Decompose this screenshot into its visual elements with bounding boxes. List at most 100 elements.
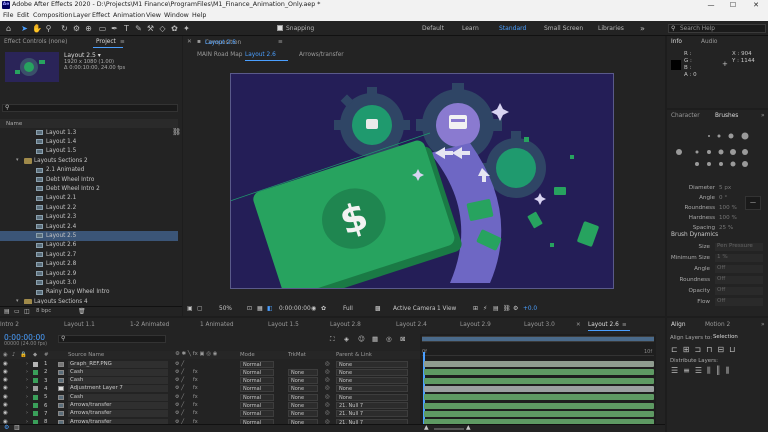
trkmat-dropdown[interactable]: None (288, 385, 318, 393)
project-item[interactable]: Layout 2.2 (0, 203, 178, 212)
menu-window[interactable]: Window (164, 12, 189, 19)
menu-composition[interactable]: Composition (33, 12, 72, 19)
mode-dropdown[interactable]: Normal (240, 377, 274, 385)
visibility-eye-icon[interactable]: ◉ (3, 377, 8, 383)
tab-audio[interactable]: Audio (701, 39, 717, 45)
flowchart-icon[interactable]: ⛓ (503, 305, 511, 312)
parent-pickwhip-icon[interactable]: ◎ (325, 361, 330, 367)
timeline-tab[interactable]: Layout 2.8 (330, 322, 361, 328)
distribute-vcenter-icon[interactable]: ≡ (683, 366, 695, 375)
brush-field-value[interactable]: 100 % (719, 205, 737, 211)
parent-dropdown[interactable]: None (336, 385, 408, 393)
tab-motion-2[interactable]: Motion 2 (705, 322, 730, 328)
parent-pickwhip-icon[interactable]: ◎ (325, 385, 330, 391)
parent-dropdown[interactable]: None (336, 377, 408, 385)
menu-file[interactable]: File (3, 12, 14, 19)
tab-align[interactable]: Align (671, 322, 686, 328)
brush-field-value[interactable]: 25 % (719, 225, 733, 231)
rectangle-tool-icon[interactable]: ▭ (98, 24, 107, 33)
timeline-tab[interactable]: Layout 1.5 (268, 322, 299, 328)
breadcrumb-layout-2-6[interactable]: Layout 2.6 (245, 52, 276, 58)
trkmat-header[interactable]: TrkMat (288, 352, 306, 358)
project-item[interactable]: ▾ Layouts Sections 4 (0, 297, 178, 304)
dynamics-dropdown[interactable]: Off (715, 298, 763, 306)
zoom-in-icon[interactable]: ▲ (466, 424, 471, 431)
timeline-tab[interactable]: Layout 2.9 (460, 322, 491, 328)
trash-icon[interactable]: 🗑 (78, 308, 86, 315)
table-row[interactable]: ◉ › 3 Cash ⚙ ╱ fx Normal None ◎ None (0, 377, 420, 385)
layer-switches[interactable]: ⚙ ╱ (175, 385, 184, 391)
reset-exposure-icon[interactable]: ⚙ (513, 305, 518, 312)
exposure-value[interactable]: +0.0 (523, 306, 537, 312)
visibility-eye-icon[interactable]: ◉ (3, 385, 8, 391)
toggle-switches-icon[interactable]: ⚙ (4, 424, 9, 431)
interpret-footage-icon[interactable]: ▤ (4, 308, 10, 315)
fx-switch-icon[interactable]: fx (193, 402, 198, 408)
trkmat-dropdown[interactable]: None (288, 377, 318, 385)
rotation-tool-icon[interactable]: ↻ (60, 24, 69, 33)
layer-name[interactable]: Cash (68, 377, 168, 385)
layer-switches[interactable]: ⚙ ╱ (175, 410, 184, 416)
graph-editor-icon[interactable]: ⊠ (400, 335, 405, 343)
mode-dropdown[interactable]: Normal (240, 385, 274, 393)
close-button[interactable]: ✕ (745, 0, 767, 10)
transparency-grid-icon[interactable]: ▩ (375, 305, 381, 312)
breadcrumb-arrows-transfer[interactable]: Arrows/transfer (299, 52, 344, 58)
panel-menu-icon[interactable]: ≡ (622, 322, 627, 328)
clone-stamp-tool-icon[interactable]: ⚒ (146, 24, 155, 33)
zoom-tool-icon[interactable]: ⚲ (44, 24, 53, 33)
show-channel-icon[interactable]: ✿ (321, 305, 326, 312)
distribute-bottom-icon[interactable]: ☰ (695, 366, 707, 375)
layer-switches[interactable]: ⚙ ╱ (175, 369, 184, 375)
timeline-zoom-slider[interactable] (434, 428, 464, 430)
align-right-icon[interactable]: ⊐ (694, 345, 706, 354)
align-bottom-icon[interactable]: ⊔ (729, 345, 740, 354)
layer-label-color[interactable] (33, 361, 38, 367)
project-item[interactable]: Rainy Day Wheel Intro (0, 288, 178, 297)
align-hcenter-icon[interactable]: ⊞ (683, 345, 695, 354)
project-item[interactable]: Layout 1.4 (0, 137, 178, 146)
brush-tool-icon[interactable]: ✎ (134, 24, 143, 33)
project-item[interactable]: ▾ Layouts Sections 2 (0, 156, 178, 165)
table-row[interactable]: ◉ › 4 Adjustment Layer 7 ⚙ ╱ fx Normal None ◎ Non… (0, 385, 420, 393)
mode-dropdown[interactable]: Normal (240, 410, 274, 418)
parent-dropdown[interactable]: 21. Null 7 (336, 410, 408, 418)
always-preview-icon[interactable]: ▣ (187, 305, 193, 312)
layer-name[interactable]: Cash (68, 368, 168, 376)
comp-thumbnail[interactable] (5, 52, 59, 82)
parent-dropdown[interactable]: None (336, 360, 408, 368)
project-item[interactable]: Layout 2.1 (0, 194, 178, 203)
zoom-out-icon[interactable]: ▲ (424, 424, 429, 431)
frame-blending-icon[interactable]: ▦ (372, 335, 378, 343)
tab-info[interactable]: Info (671, 39, 682, 45)
table-row[interactable]: ◉ › 7 Arrows/transfer ⚙ ╱ fx Normal None ◎ 21. Nu… (0, 410, 420, 418)
lock-icon[interactable]: ▪ (197, 39, 201, 45)
workspace-libraries[interactable]: Libraries (598, 25, 624, 32)
mode-header[interactable]: Mode (240, 352, 255, 358)
trkmat-dropdown[interactable]: None (288, 402, 318, 409)
project-item[interactable]: Layout 1.3 (0, 128, 178, 137)
visibility-eye-icon[interactable]: ◉ (3, 402, 8, 408)
dynamics-dropdown[interactable]: Off (715, 287, 763, 295)
comp-name[interactable]: Layout 2.5 ▾ (64, 52, 101, 59)
layer-label-color[interactable] (33, 378, 38, 384)
zoom-dropdown[interactable]: 50% (219, 306, 232, 312)
layer-duration-bar[interactable] (424, 369, 654, 376)
mode-dropdown[interactable]: Normal (240, 393, 274, 401)
timeline-tab[interactable]: 1-2 Animated (130, 322, 169, 328)
layer-label-color[interactable] (33, 386, 38, 392)
bit-depth-label[interactable]: 8 bpc (36, 308, 51, 314)
project-item[interactable]: Layout 3.0 (0, 278, 178, 287)
dynamics-dropdown[interactable]: Off (715, 276, 763, 284)
grid-guides-icon[interactable]: ▦ (257, 305, 263, 312)
timeline-search-input[interactable]: ⚲ (58, 335, 166, 343)
layer-name[interactable]: Arrows/transfer (68, 402, 168, 409)
expand-layer-icon[interactable]: › (26, 410, 28, 416)
layer-switches[interactable]: ⚙ ╱ (175, 394, 184, 400)
align-vcenter-icon[interactable]: ⊟ (717, 345, 729, 354)
project-item[interactable]: Debt Wheel Intro (0, 175, 178, 184)
workspace-standard[interactable]: Standard (499, 25, 526, 32)
work-area-range[interactable] (422, 337, 654, 341)
selection-tool-icon[interactable]: ➤ (20, 24, 29, 33)
menu-animation[interactable]: Animation (113, 12, 145, 19)
